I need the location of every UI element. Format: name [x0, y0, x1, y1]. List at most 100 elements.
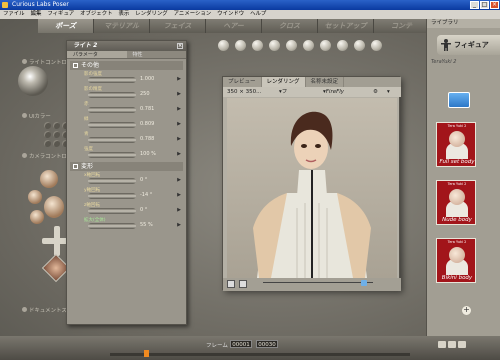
- taper-tool-icon[interactable]: [303, 40, 314, 51]
- menu-edit[interactable]: 編集: [28, 10, 45, 19]
- document-tabs: プレビュー レンダリング 名称未設定: [223, 77, 401, 87]
- folder-up-icon[interactable]: [448, 92, 470, 108]
- maximize-button[interactable]: □: [480, 1, 489, 9]
- light-sphere[interactable]: [18, 66, 48, 96]
- panel-tabs: パラメータ 特性: [67, 51, 186, 59]
- translate-tool-icon[interactable]: [252, 40, 263, 51]
- tab-parameters[interactable]: パラメータ: [67, 51, 127, 58]
- camera-head-icon[interactable]: [44, 196, 64, 218]
- figure-icon: [441, 39, 451, 51]
- panel-close-icon[interactable]: ×: [177, 43, 183, 49]
- timeline-marker[interactable]: [144, 350, 149, 357]
- loop-button[interactable]: [458, 341, 466, 348]
- param-shadow-precision[interactable]: 影の精度 250 ▶: [70, 85, 183, 100]
- panel-header[interactable]: ライト 2 ×: [67, 41, 186, 51]
- library-path: TeraYuki 2: [431, 59, 457, 65]
- menu-object[interactable]: オブジェクト: [77, 10, 115, 19]
- library-item[interactable]: Tera Yuki 2 Full set body: [436, 122, 476, 167]
- add-to-library-button[interactable]: +: [462, 306, 471, 315]
- param-green[interactable]: 緑 0.809 ▶: [70, 115, 183, 130]
- rotate-tool-icon[interactable]: [218, 40, 229, 51]
- app-icon: [2, 2, 8, 8]
- library-panel: ライブラリ フィギュア TeraYuki 2: [426, 19, 500, 337]
- param-dial: [88, 193, 136, 199]
- tab-setup[interactable]: セットアップ: [318, 19, 374, 33]
- rendered-figure: [253, 111, 371, 278]
- total-frames-field[interactable]: 00030: [256, 340, 278, 348]
- panel-title: ライト 2: [73, 42, 98, 49]
- tab-render[interactable]: レンダリング: [261, 77, 306, 87]
- camera-face-icon[interactable]: [40, 170, 58, 188]
- menu-help[interactable]: ヘルプ: [247, 10, 269, 19]
- grid-icon[interactable]: [239, 280, 247, 288]
- tab-untitled[interactable]: 名称未設定: [306, 77, 345, 87]
- library-item[interactable]: Tera Yuki 2 Nude body: [436, 180, 476, 225]
- library-category-figure[interactable]: フィギュア: [437, 35, 500, 55]
- tab-preview[interactable]: プレビュー: [223, 77, 262, 87]
- translate-in-out-tool-icon[interactable]: [269, 40, 280, 51]
- chain-break-tool-icon[interactable]: [320, 40, 331, 51]
- menubar: ファイル 編集 フィギュア オブジェクト 表示 レンダリング アニメーション ウ…: [0, 10, 500, 19]
- menu-file[interactable]: ファイル: [0, 10, 28, 19]
- library-title: ライブラリ: [427, 19, 500, 28]
- window-titlebar: Curious Labs Poser _ □ ×: [0, 0, 500, 10]
- param-intensity[interactable]: 強度 100 % ▶: [70, 145, 183, 160]
- menu-animation[interactable]: アニメーション: [171, 10, 215, 19]
- menu-figure[interactable]: フィギュア: [44, 10, 77, 19]
- render-size[interactable]: 350 × 350...: [227, 87, 261, 97]
- section-transform[interactable]: 変形: [70, 162, 183, 171]
- scale-tool-icon[interactable]: [286, 40, 297, 51]
- param-z-rotate[interactable]: z軸回転 0 ° ▶: [70, 201, 183, 216]
- render-settings-icon[interactable]: ⚙: [373, 87, 378, 97]
- tab-face[interactable]: フェイス: [150, 19, 206, 33]
- current-frame-field[interactable]: 00001: [230, 340, 252, 348]
- param-shadow-intensity[interactable]: 影の強度 1.000 ▶: [70, 70, 183, 85]
- parameters-panel: ライト 2 × パラメータ 特性 その他 影の強度 1.000 ▶ 影の精度 250 ▶…: [66, 40, 187, 325]
- minimize-button[interactable]: _: [470, 1, 479, 9]
- param-dial: [88, 77, 136, 83]
- tab-cloth[interactable]: クロス: [262, 19, 318, 33]
- room-tabs: ポーズ マテリアル フェイス ヘアー クロス セットアップ コンテ: [38, 19, 430, 33]
- camera-right-hand-icon[interactable]: [30, 210, 44, 224]
- section-other[interactable]: その他: [70, 61, 183, 70]
- view-icon[interactable]: [227, 280, 235, 288]
- window-title: Curious Labs Poser: [12, 1, 69, 8]
- param-red[interactable]: 赤 0.781 ▶: [70, 100, 183, 115]
- tab-content[interactable]: コンテ: [374, 19, 430, 33]
- tab-properties[interactable]: 特性: [127, 51, 187, 58]
- param-x-rotate[interactable]: x軸回転 0 ° ▶: [70, 171, 183, 186]
- menu-view[interactable]: 表示: [115, 10, 132, 19]
- param-scale[interactable]: 拡大(全体) 55 % ▶: [70, 216, 183, 231]
- camera-left-hand-icon[interactable]: [28, 190, 42, 204]
- param-y-rotate[interactable]: y軸回転 -14 ° ▶: [70, 186, 183, 201]
- color-tool-icon[interactable]: [337, 40, 348, 51]
- menu-window[interactable]: ウインドウ: [214, 10, 247, 19]
- render-menu-icon[interactable]: ▾: [387, 87, 390, 97]
- render-viewport[interactable]: [227, 98, 397, 278]
- view-magnifier-icon[interactable]: [371, 40, 382, 51]
- library-item-label: Nude body: [442, 217, 472, 223]
- param-blue[interactable]: 青 0.788 ▶: [70, 130, 183, 145]
- tab-pose[interactable]: ポーズ: [38, 19, 94, 33]
- scroll-thumb[interactable]: [361, 280, 367, 286]
- tab-hair[interactable]: ヘアー: [206, 19, 262, 33]
- play-button[interactable]: [438, 341, 446, 348]
- render-scrollbar[interactable]: [263, 280, 373, 286]
- stop-button[interactable]: [448, 341, 456, 348]
- param-dial: [88, 122, 136, 128]
- document-window: プレビュー レンダリング 名称未設定 350 × 350... ▾ フル ▾ F…: [222, 76, 401, 291]
- menu-render[interactable]: レンダリング: [132, 10, 170, 19]
- light-controls-label: ライトコントロ: [22, 58, 67, 66]
- twist-tool-icon[interactable]: [235, 40, 246, 51]
- timeline-track[interactable]: [110, 350, 410, 357]
- param-dial: [88, 178, 136, 184]
- param-dial: [88, 152, 136, 158]
- grouping-tool-icon[interactable]: [354, 40, 365, 51]
- close-button[interactable]: ×: [490, 1, 499, 9]
- editing-tools: [218, 40, 382, 51]
- render-mode-dropdown[interactable]: ▾ フル: [279, 87, 287, 105]
- playback-controls: [438, 341, 466, 348]
- tab-material[interactable]: マテリアル: [94, 19, 150, 33]
- renderer-dropdown[interactable]: ▾ FireFly: [323, 87, 344, 97]
- library-item[interactable]: Tera Yuki 2 Bikini body: [436, 238, 476, 283]
